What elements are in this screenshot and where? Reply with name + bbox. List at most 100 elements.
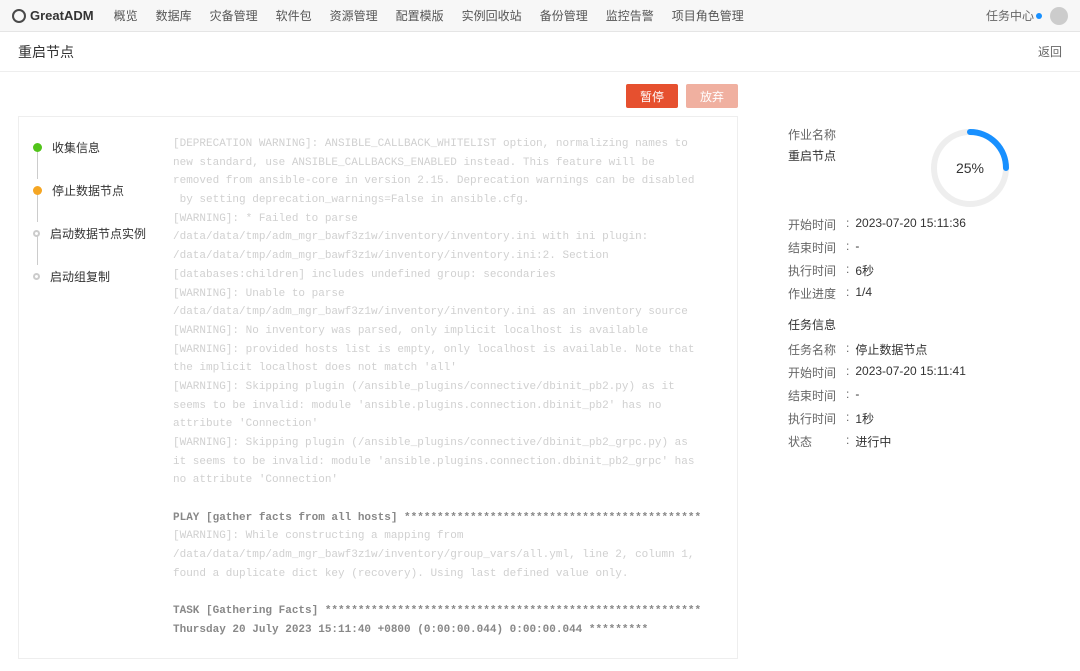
log-line: it seems to be invalid: module 'ansible.… [173,453,723,472]
step-line [37,192,38,222]
nav-item-9[interactable]: 项目角色管理 [672,7,744,24]
progress-text: 25% [928,126,1012,210]
nav-item-3[interactable]: 软件包 [276,7,312,24]
nav-item-4[interactable]: 资源管理 [330,7,378,24]
info-key: 开始时间 [788,364,846,381]
log-line: by setting deprecation_warnings=False in… [173,191,723,210]
step-line [37,149,38,179]
step-3[interactable]: 启动组复制 [33,268,145,285]
step-1[interactable]: 停止数据节点 [33,182,145,199]
info-row: 执行时间:1秒 [788,410,1062,427]
job-name-value: 重启节点 [788,147,836,164]
log-line: /data/data/tmp/adm_mgr_bawf3z1w/inventor… [173,247,723,266]
info-value: 停止数据节点 [855,341,927,358]
log-line: [WARNING]: provided hosts list is empty,… [173,341,723,360]
log-line: removed from ansible-core in version 2.1… [173,172,723,191]
task-center-label: 任务中心 [986,7,1034,24]
log-line: [WARNING]: Skipping plugin (/ansible_plu… [173,378,723,397]
info-row: 任务名称:停止数据节点 [788,341,1062,358]
back-link[interactable]: 返回 [1038,43,1062,60]
step-dot-icon [33,186,42,195]
log-line: /data/data/tmp/adm_mgr_bawf3z1w/inventor… [173,228,723,247]
info-value: - [855,387,859,404]
log-line [173,584,723,603]
step-0[interactable]: 收集信息 [33,139,145,156]
step-label: 收集信息 [52,139,100,156]
info-row: 开始时间:2023-07-20 15:11:36 [788,216,1062,233]
pause-button[interactable]: 暂停 [626,84,678,108]
info-value: 2023-07-20 15:11:36 [855,216,966,233]
nav-item-7[interactable]: 备份管理 [540,7,588,24]
info-row: 执行时间:6秒 [788,262,1062,279]
log-line: attribute 'Connection' [173,415,723,434]
task-info: 任务名称:停止数据节点开始时间:2023-07-20 15:11:41 结束时间:… [788,341,1062,450]
top-nav: GreatADM 概览 数据库 灾备管理 软件包 资源管理 配置模版 实例回收站 备份管理 监控… [0,0,1080,32]
nav-item-5[interactable]: 配置模版 [396,7,444,24]
log-line: new standard, use ANSIBLE_CALLBACKS_ENAB… [173,154,723,173]
log-line: [WARNING]: Unable to parse [173,285,723,304]
info-key: 状态 [788,433,846,450]
info-key: 结束时间 [788,239,846,256]
info-value: 1秒 [855,410,874,427]
log-line: [WARNING]: No inventory was parsed, only… [173,322,723,341]
log-line: no attribute 'Connection' [173,471,723,490]
info-key: 作业进度 [788,285,846,302]
logo-icon [12,9,26,23]
user-avatar-icon[interactable] [1050,7,1068,25]
info-row: 结束时间:- [788,387,1062,404]
step-line [37,235,38,265]
nav-item-8[interactable]: 监控告警 [606,7,654,24]
log-line: /data/data/tmp/adm_mgr_bawf3z1w/inventor… [173,303,723,322]
content: 暂停 放弃 收集信息停止数据节点启动数据节点实例启动组复制 [DEPRECATI… [0,72,1080,671]
nav-item-6[interactable]: 实例回收站 [462,7,522,24]
task-center-link[interactable]: 任务中心 [986,7,1042,24]
info-value: 2023-07-20 15:11:41 [855,364,966,381]
info-value: 6秒 [855,262,874,279]
log-line: TASK [Gathering Facts] *****************… [173,602,723,621]
step-2[interactable]: 启动数据节点实例 [33,225,145,242]
step-label: 启动组复制 [50,268,110,285]
log-line [173,490,723,509]
log-line: found a duplicate dict key (recovery). U… [173,565,723,584]
progress-ring: 25% [928,126,1012,210]
right-panel: 作业名称 重启节点 25% 开始时间:2023-07-20 15:11:36 结束… [738,116,1062,659]
log-line: [WARNING]: * Failed to parse [173,210,723,229]
main-panel: 收集信息停止数据节点启动数据节点实例启动组复制 [DEPRECATION WAR… [18,116,1062,659]
info-value: - [855,239,859,256]
log-line: the implicit localhost does not match 'a… [173,359,723,378]
log-line: [WARNING]: Skipping plugin (/ansible_plu… [173,434,723,453]
log-area[interactable]: [DEPRECATION WARNING]: ANSIBLE_CALLBACK_… [145,135,723,640]
info-key: 任务名称 [788,341,846,358]
logo[interactable]: GreatADM [12,8,94,23]
info-value: 1/4 [855,285,872,302]
abort-button[interactable]: 放弃 [686,84,738,108]
step-timeline: 收集信息停止数据节点启动数据节点实例启动组复制 [33,135,145,640]
step-label: 停止数据节点 [52,182,124,199]
info-row: 状态:进行中 [788,433,1062,450]
log-line: [databases:children] includes undefined … [173,266,723,285]
task-section-title: 任务信息 [788,316,1062,333]
log-line: /data/data/tmp/adm_mgr_bawf3z1w/inventor… [173,546,723,565]
notification-dot-icon [1036,13,1042,19]
nav-item-0[interactable]: 概览 [114,7,138,24]
info-key: 执行时间 [788,262,846,279]
log-line: [WARNING]: While constructing a mapping … [173,527,723,546]
left-panel: 收集信息停止数据节点启动数据节点实例启动组复制 [DEPRECATION WAR… [18,116,738,659]
info-row: 开始时间:2023-07-20 15:11:41 [788,364,1062,381]
nav-item-2[interactable]: 灾备管理 [210,7,258,24]
nav-item-1[interactable]: 数据库 [156,7,192,24]
step-dot-icon [33,143,42,152]
step-dot-icon [33,273,40,280]
info-key: 开始时间 [788,216,846,233]
info-key: 执行时间 [788,410,846,427]
logo-text: GreatADM [30,8,94,23]
info-value: 进行中 [855,433,891,450]
log-line: PLAY [gather facts from all hosts] *****… [173,509,723,528]
log-line: Thursday 20 July 2023 15:11:40 +0800 (0:… [173,621,723,640]
info-row: 结束时间:- [788,239,1062,256]
log-line: [DEPRECATION WARNING]: ANSIBLE_CALLBACK_… [173,135,723,154]
log-line: seems to be invalid: module 'ansible.plu… [173,397,723,416]
info-key: 结束时间 [788,387,846,404]
step-label: 启动数据节点实例 [50,225,146,242]
job-name-label: 作业名称 [788,126,836,143]
